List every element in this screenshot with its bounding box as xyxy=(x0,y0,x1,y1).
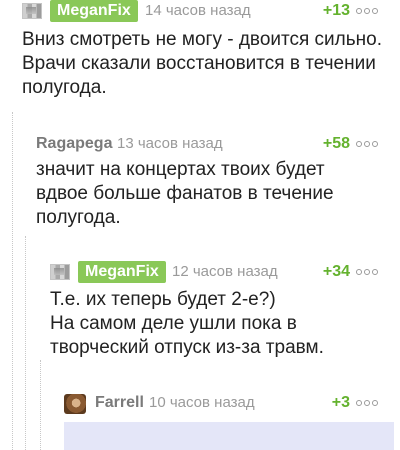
monkey-avatar-icon[interactable] xyxy=(64,394,86,414)
comment-rating: +34 xyxy=(322,263,350,280)
author-name[interactable]: Ragapega xyxy=(36,133,112,155)
comment-header: Farrell 10 часов назад +3 xyxy=(0,392,400,414)
comment-4: Farrell 10 часов назад +3 xyxy=(0,392,400,450)
author-name[interactable]: MeganFix xyxy=(78,261,166,283)
comment-text: Т.е. их теперь будет 2-е?) На самом деле… xyxy=(50,288,394,360)
more-dots-icon[interactable] xyxy=(356,400,378,408)
more-dots-icon[interactable] xyxy=(356,141,378,149)
comment-line: Врачи сказали восстановится в течении xyxy=(22,53,376,74)
comment-header: Ragapega 13 часов назад +58 xyxy=(0,133,400,155)
comment-header: MeganFix 14 часов назад +13 xyxy=(0,0,400,22)
more-dots-icon[interactable] xyxy=(356,269,378,277)
comment-line: Вниз смотреть не могу - двоится сильно. xyxy=(22,29,382,50)
comment-line: полугода. xyxy=(22,77,107,98)
pixelated-avatar-icon[interactable] xyxy=(50,264,70,280)
comment-text: значит на концертах твоих будет вдвое бо… xyxy=(36,158,394,230)
comment-rating: +3 xyxy=(331,394,350,411)
comment-line: вдвое больше фанатов в течение xyxy=(36,183,334,204)
author-name[interactable]: Farrell xyxy=(95,392,144,414)
comment-text: Вниз смотреть не могу - двоится сильно. … xyxy=(22,28,394,100)
comment-line: Т.е. их теперь будет 2-е?) xyxy=(50,289,276,310)
comment-3: MeganFix 12 часов назад +34 Т.е. их тепе… xyxy=(0,261,400,371)
comment-time[interactable]: 12 часов назад xyxy=(172,261,278,283)
comment-time[interactable]: 13 часов назад xyxy=(117,133,223,155)
comment-line: полугода. xyxy=(36,207,121,228)
more-dots-icon[interactable] xyxy=(356,8,378,16)
comment-line: творческий отпуск из-за травм. xyxy=(50,337,324,358)
comment-2: Ragapega 13 часов назад +58 значит на ко… xyxy=(0,133,400,243)
comment-line: На самом деле ушли пока в xyxy=(50,313,297,334)
author-name[interactable]: MeganFix xyxy=(50,0,138,22)
comment-line: значит на концертах твоих будет xyxy=(36,159,325,180)
comment-rating: +13 xyxy=(322,2,350,19)
comment-rating: +58 xyxy=(322,135,350,152)
comment-time[interactable]: 14 часов назад xyxy=(145,0,251,22)
pixelated-avatar-icon[interactable] xyxy=(22,3,42,19)
comment-header: MeganFix 12 часов назад +34 xyxy=(0,261,400,283)
comment-image-attachment[interactable] xyxy=(64,422,394,450)
comment-time[interactable]: 10 часов назад xyxy=(149,392,255,414)
comment-1: MeganFix 14 часов назад +13 Вниз смотрет… xyxy=(0,0,400,110)
